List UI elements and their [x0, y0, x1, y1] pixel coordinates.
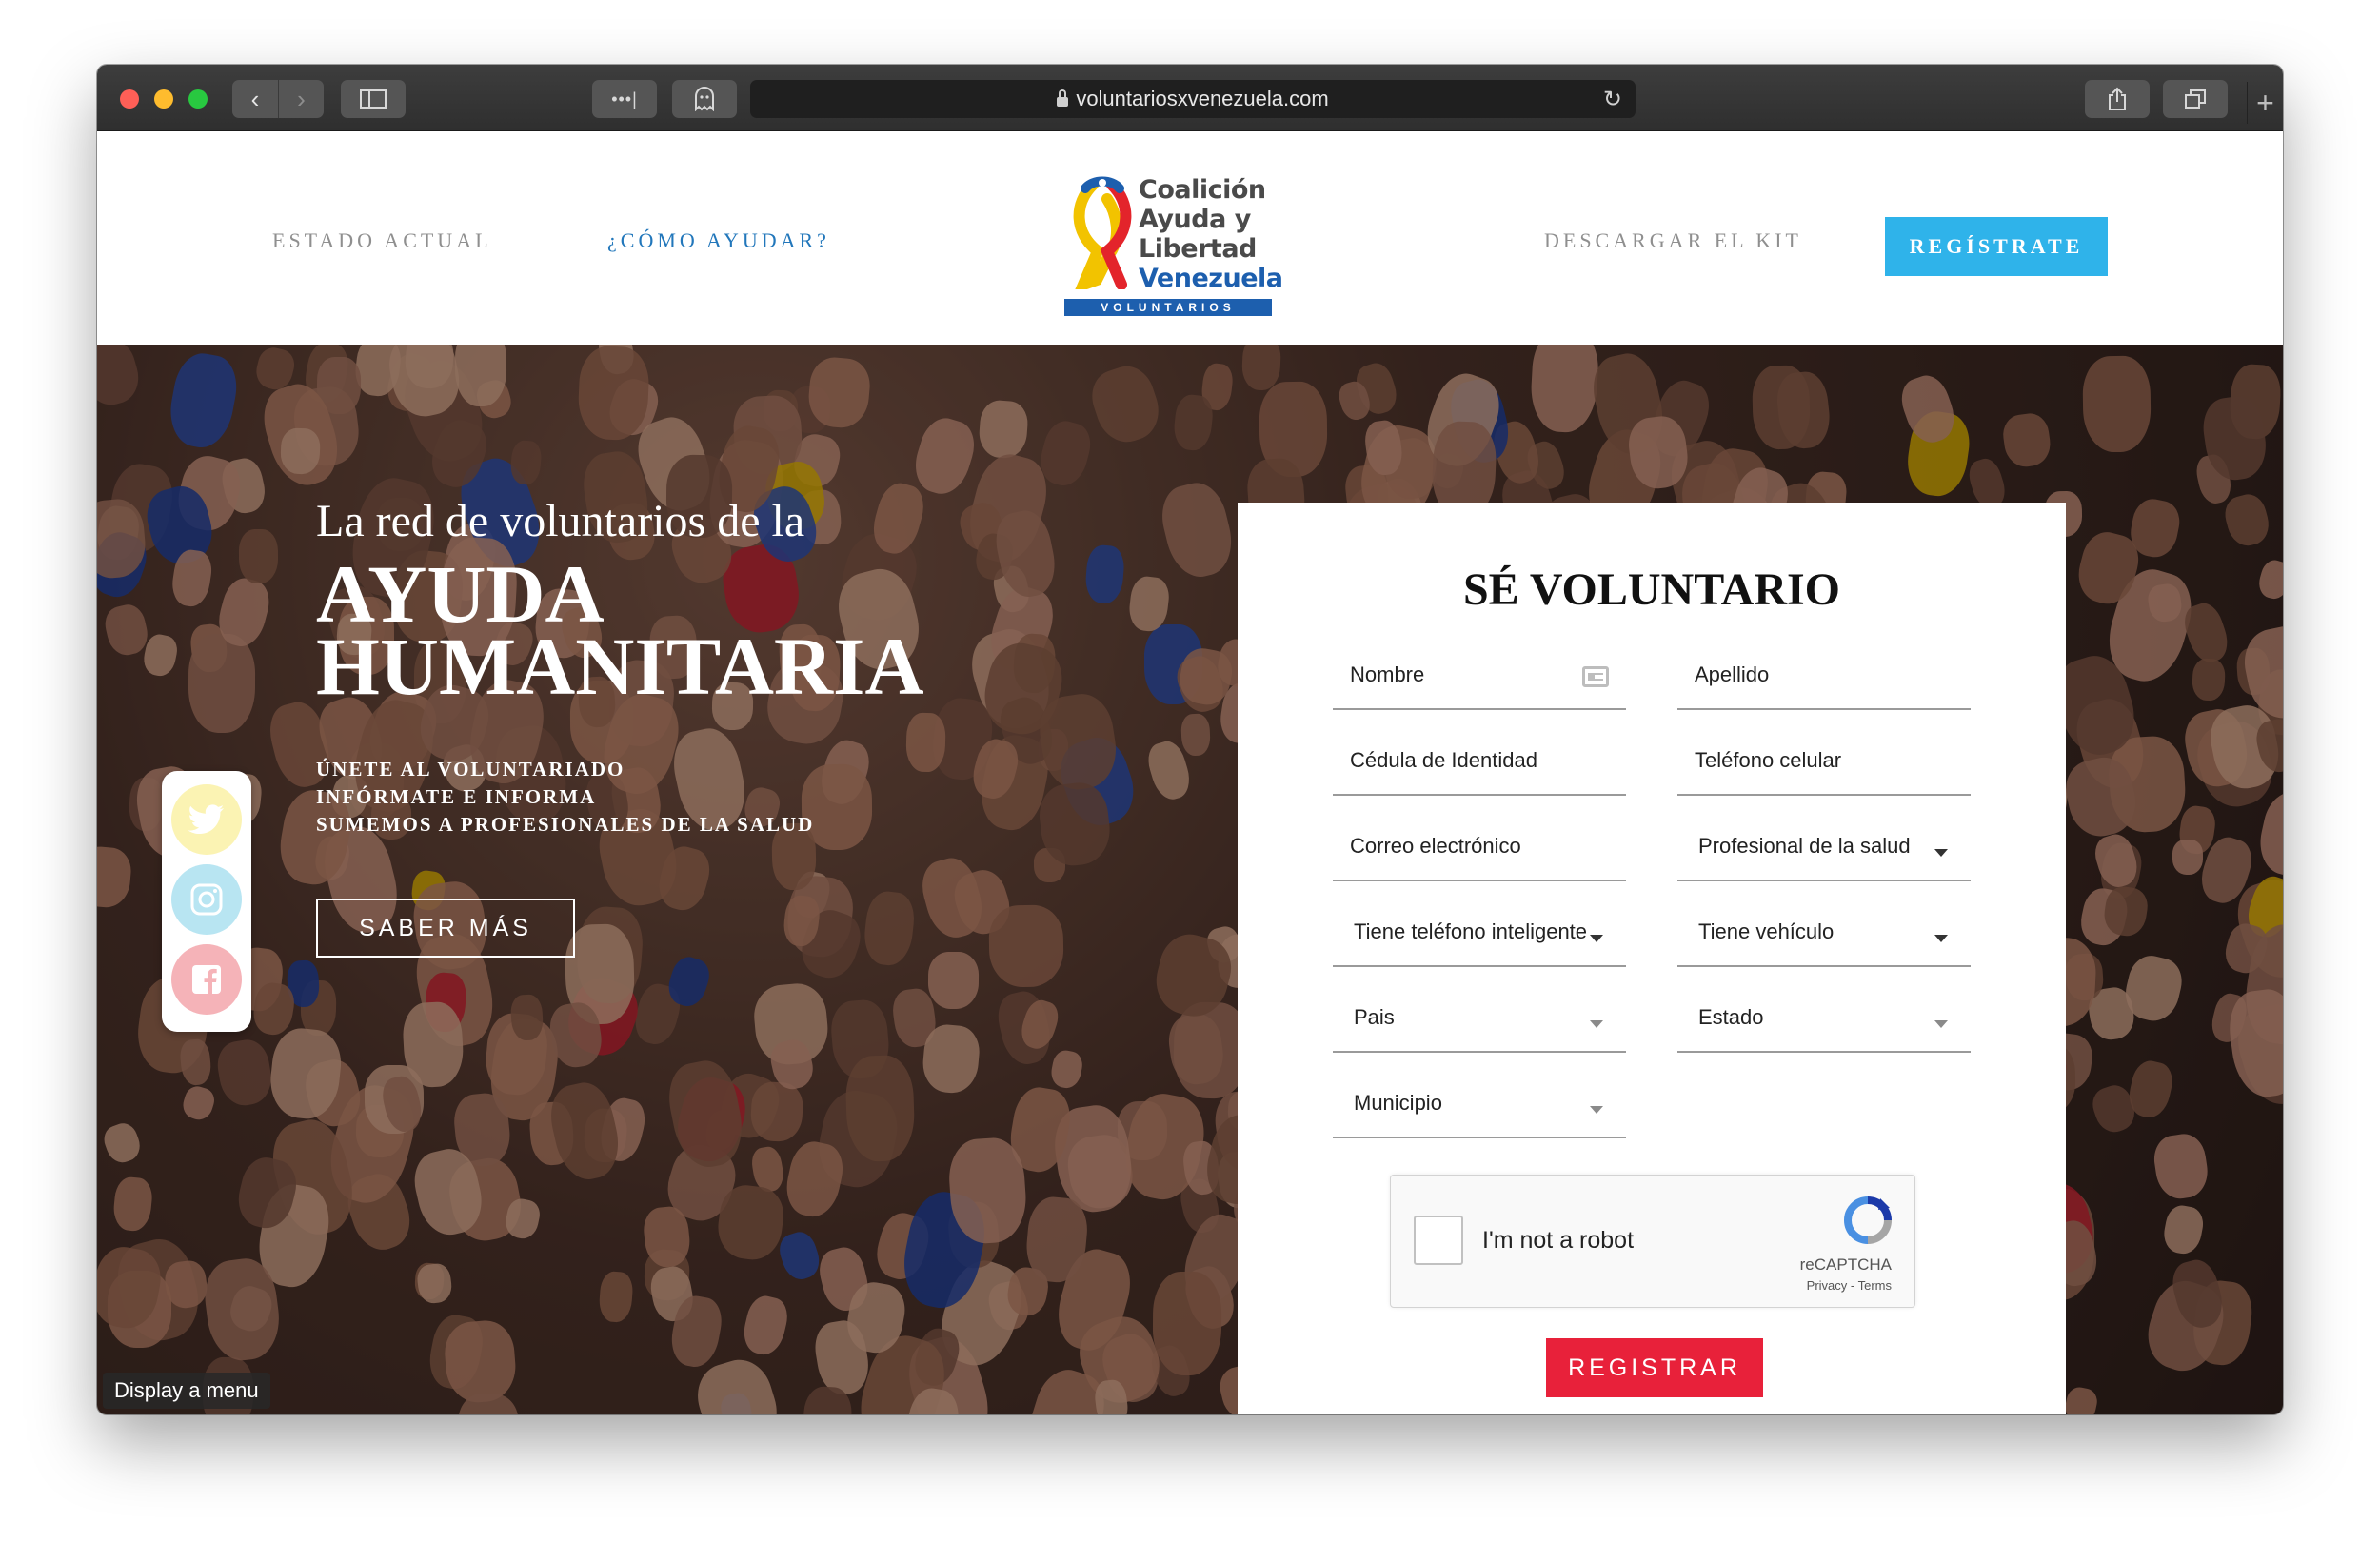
pais-label: Pais: [1354, 1005, 1395, 1029]
estado-label: Estado: [1698, 1005, 1764, 1029]
hero-list-item: ÚNETE AL VOLUNTARIADO: [316, 758, 625, 781]
sidebar-toggle-button[interactable]: [341, 80, 406, 118]
site-logo[interactable]: Coalición Ayuda y Libertad Venezuela VOL…: [1064, 175, 1283, 322]
recaptcha-widget: I'm not a robot reCAPTCHA Privacy - Term…: [1390, 1175, 1915, 1308]
pais-select[interactable]: Pais: [1333, 986, 1626, 1053]
ghost-icon: [695, 87, 714, 111]
back-button[interactable]: ‹: [232, 80, 278, 118]
recaptcha-checkbox[interactable]: [1414, 1216, 1463, 1265]
zoom-window-button[interactable]: [188, 89, 208, 109]
nav-como-ayudar[interactable]: ¿CÓMO AYUDAR?: [607, 228, 830, 253]
correo-placeholder: Correo electrónico: [1350, 834, 1521, 858]
telefono-placeholder: Teléfono celular: [1695, 748, 1842, 772]
municipio-select[interactable]: Municipio: [1333, 1072, 1626, 1138]
hero-title: AYUDA HUMANITARIA: [316, 548, 1078, 712]
logo-text: Coalición Ayuda y Libertad Venezuela: [1139, 175, 1283, 293]
registrate-button[interactable]: REGÍSTRATE: [1885, 217, 2108, 276]
logo-tagline: VOLUNTARIOS: [1064, 299, 1272, 316]
twitter-icon[interactable]: [171, 784, 242, 855]
correo-field[interactable]: Correo electrónico: [1333, 815, 1626, 881]
close-window-button[interactable]: [120, 89, 139, 109]
hero-title-line1: AYUDA: [316, 548, 605, 640]
ribbon-icon: [1073, 176, 1132, 289]
chevron-down-icon: [1934, 1020, 1948, 1028]
saber-mas-button[interactable]: SABER MÁS: [316, 899, 575, 958]
nombre-field[interactable]: Nombre: [1333, 643, 1626, 710]
vehiculo-label: Tiene vehículo: [1698, 919, 1835, 943]
cedula-field[interactable]: Cédula de Identidad: [1333, 729, 1626, 796]
browser-window: ‹ › •••| voluntariosxvenezuela.com ↻ + E…: [97, 65, 2283, 1414]
share-button[interactable]: [2085, 80, 2150, 118]
nav-estado-actual[interactable]: ESTADO ACTUAL: [272, 228, 492, 253]
smartphone-label: Tiene teléfono inteligente: [1354, 919, 1588, 943]
more-icon: •••|: [611, 89, 638, 109]
recaptcha-label: I'm not a robot: [1482, 1227, 1635, 1254]
logo-line3: Libertad: [1139, 234, 1257, 264]
share-icon: [2109, 87, 2126, 110]
social-bar: [162, 771, 251, 1032]
hero-title-line2: HUMANITARIA: [316, 621, 924, 712]
apellido-field[interactable]: Apellido: [1677, 643, 1971, 710]
recaptcha-brand: reCAPTCHA: [1799, 1255, 1892, 1274]
nav-descargar-kit[interactable]: DESCARGAR EL KIT: [1544, 228, 1802, 253]
cedula-placeholder: Cédula de Identidad: [1350, 748, 1537, 772]
facebook-icon[interactable]: [171, 944, 242, 1015]
telefono-field[interactable]: Teléfono celular: [1677, 729, 1971, 796]
hero-section: La red de voluntarios de la AYUDA HUMANI…: [97, 345, 2283, 1414]
id-card-icon: [1582, 666, 1609, 687]
minimize-window-button[interactable]: [154, 89, 173, 109]
tabs-icon: [2185, 89, 2206, 109]
vehiculo-select[interactable]: Tiene vehículo: [1677, 900, 1971, 967]
instagram-icon[interactable]: [171, 864, 242, 935]
ghostery-button[interactable]: [672, 80, 737, 118]
logo-line4: Venezuela: [1139, 264, 1283, 293]
municipio-label: Municipio: [1354, 1091, 1442, 1115]
logo-line2: Ayuda y: [1139, 205, 1251, 234]
hero-list: ÚNETE AL VOLUNTARIADO INFÓRMATE E INFORM…: [316, 756, 814, 839]
address-bar[interactable]: voluntariosxvenezuela.com ↻: [750, 80, 1636, 118]
forward-button[interactable]: ›: [278, 80, 324, 118]
hero-list-item: INFÓRMATE E INFORMA: [316, 785, 597, 808]
new-tab-button[interactable]: +: [2247, 82, 2283, 124]
display-menu-tooltip[interactable]: Display a menu: [103, 1373, 270, 1409]
apellido-placeholder: Apellido: [1695, 662, 1770, 686]
hero-list-item: SUMEMOS A PROFESIONALES DE LA SALUD: [316, 813, 815, 836]
reload-icon[interactable]: ↻: [1603, 86, 1622, 113]
recaptcha-icon: [1844, 1196, 1892, 1244]
profesional-select[interactable]: Profesional de la salud: [1677, 815, 1971, 881]
browser-toolbar: ‹ › •••| voluntariosxvenezuela.com ↻ +: [97, 65, 2283, 131]
chevron-down-icon: [1934, 935, 1948, 942]
url-text: voluntariosxvenezuela.com: [1076, 87, 1329, 110]
history-nav: ‹ ›: [232, 80, 324, 118]
recaptcha-privacy-terms[interactable]: Privacy - Terms: [1807, 1278, 1892, 1293]
profesional-label: Profesional de la salud: [1698, 834, 1911, 858]
site-header: ESTADO ACTUAL ¿CÓMO AYUDAR? Coalición Ay…: [97, 131, 2283, 345]
lock-icon: [1057, 89, 1069, 107]
chevron-down-icon: [1590, 1106, 1603, 1114]
smartphone-select[interactable]: Tiene teléfono inteligente: [1333, 900, 1626, 967]
form-title: SÉ VOLUNTARIO: [1462, 564, 1841, 615]
volunteer-form: SÉ VOLUNTARIO Nombre Apellido Cédula de …: [1238, 503, 2066, 1414]
nombre-placeholder: Nombre: [1350, 662, 1425, 686]
estado-select[interactable]: Estado: [1677, 986, 1971, 1053]
chevron-down-icon: [1590, 1020, 1603, 1028]
chevron-down-icon: [1934, 849, 1948, 857]
chevron-right-icon: ›: [297, 84, 306, 113]
extensions-button[interactable]: •••|: [592, 80, 657, 118]
logo-line1: Coalición: [1139, 175, 1266, 205]
chevron-down-icon: [1590, 935, 1603, 942]
hero-pretitle: La red de voluntarios de la: [316, 496, 805, 546]
chevron-left-icon: ‹: [250, 84, 260, 113]
sidebar-icon: [360, 89, 387, 109]
registrar-button[interactable]: REGISTRAR: [1546, 1338, 1763, 1397]
tabs-overview-button[interactable]: [2163, 80, 2228, 118]
